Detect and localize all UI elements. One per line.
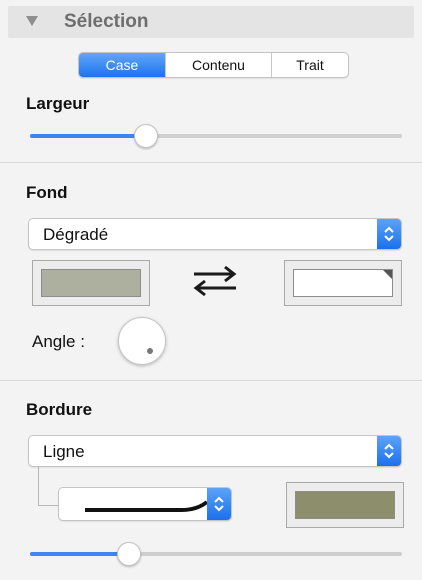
largeur-label: Largeur bbox=[26, 94, 90, 113]
bordure-label: Bordure bbox=[26, 400, 93, 419]
border-type-select[interactable]: Ligne bbox=[28, 435, 402, 467]
fill-type-value: Dégradé bbox=[43, 225, 109, 244]
border-type-value: Ligne bbox=[43, 442, 85, 461]
gradient-end-color-well[interactable] bbox=[284, 260, 402, 306]
line-style-preview-icon bbox=[85, 500, 209, 512]
tab-bar: Case Contenu Trait bbox=[78, 52, 349, 78]
border-color-well[interactable] bbox=[286, 482, 404, 528]
color-swatch bbox=[293, 269, 393, 297]
popup-arrows-icon bbox=[207, 488, 231, 520]
tab-contenu[interactable]: Contenu bbox=[166, 53, 272, 77]
popup-arrows-icon bbox=[377, 436, 401, 466]
popup-arrows-icon bbox=[377, 219, 401, 249]
angle-indicator bbox=[147, 348, 153, 354]
connector-line bbox=[38, 466, 60, 506]
tab-case[interactable]: Case bbox=[79, 53, 166, 77]
color-swatch bbox=[295, 491, 395, 519]
fill-type-select[interactable]: Dégradé bbox=[28, 218, 402, 250]
divider bbox=[0, 380, 422, 381]
tab-trait[interactable]: Trait bbox=[272, 53, 348, 77]
section-header-selection[interactable]: Sélection bbox=[8, 6, 414, 38]
gradient-start-color-well[interactable] bbox=[32, 260, 150, 306]
slider-knob[interactable] bbox=[117, 542, 141, 566]
slider-knob[interactable] bbox=[134, 124, 159, 148]
slider-fill bbox=[30, 552, 129, 556]
divider bbox=[0, 162, 422, 163]
slider-fill bbox=[30, 134, 147, 138]
angle-dial[interactable] bbox=[118, 317, 166, 365]
line-style-select[interactable] bbox=[58, 487, 232, 521]
disclosure-triangle-icon[interactable] bbox=[26, 16, 38, 26]
border-width-slider[interactable] bbox=[30, 542, 402, 566]
swap-arrows-icon[interactable] bbox=[190, 264, 240, 303]
angle-label: Angle : bbox=[32, 332, 85, 351]
section-title: Sélection bbox=[64, 11, 149, 32]
largeur-slider[interactable] bbox=[30, 124, 402, 148]
fond-label: Fond bbox=[26, 183, 68, 202]
corner-marker-icon bbox=[383, 270, 392, 279]
color-swatch bbox=[41, 269, 141, 297]
